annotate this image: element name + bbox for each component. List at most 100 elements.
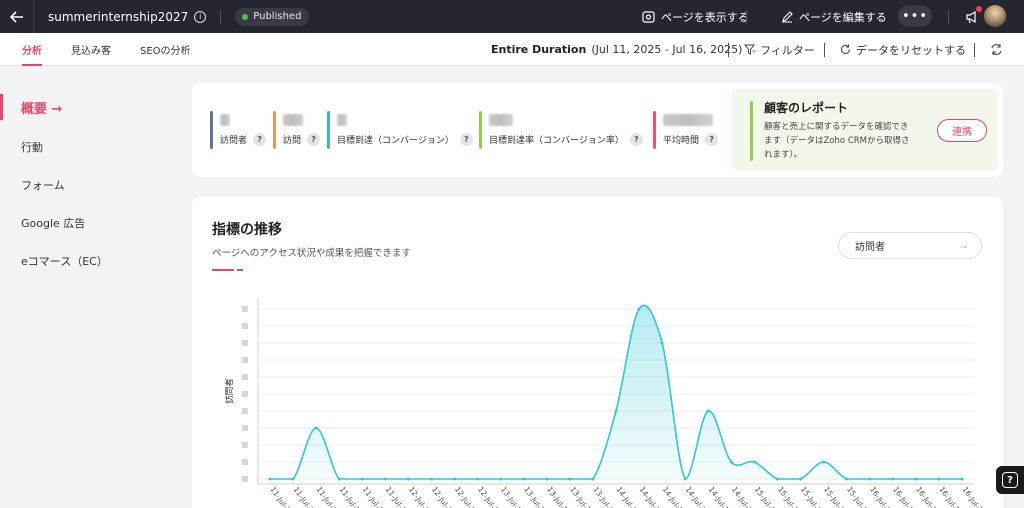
more-button[interactable]: •••	[898, 5, 932, 27]
sidebar-item-behavior[interactable]: 行動	[0, 134, 180, 160]
chart-point[interactable]	[337, 477, 341, 481]
view-page-button[interactable]: ページを表示する	[642, 9, 749, 25]
chart-point[interactable]	[429, 477, 433, 481]
chart-point[interactable]	[568, 477, 572, 481]
metric-value-redacted	[337, 114, 347, 126]
chart-point[interactable]	[799, 477, 803, 481]
chart-point[interactable]	[591, 477, 595, 481]
filter-button[interactable]: フィルター	[744, 33, 815, 66]
metric-label: 訪問者	[220, 136, 248, 146]
y-tick-label-redacted	[242, 357, 248, 363]
y-tick-label-redacted	[242, 442, 248, 448]
notification-button[interactable]	[965, 6, 982, 28]
connect-button[interactable]: 連携	[937, 119, 987, 142]
y-tick-label-redacted	[242, 340, 248, 346]
chart-point[interactable]	[683, 477, 687, 481]
x-tick-label: 15-Jul-25	[753, 485, 780, 508]
chart-point[interactable]	[383, 477, 387, 481]
x-tick-label: 15-Jul-25	[822, 485, 849, 508]
metric-visitors: 訪問者?	[210, 111, 267, 149]
chart-point[interactable]	[891, 477, 895, 481]
chart-point[interactable]	[499, 477, 503, 481]
top-bar: summerinternship2027 i Published ページを表示す…	[0, 0, 1024, 33]
chart-point[interactable]	[522, 477, 526, 481]
x-tick-label: 15-Jul-25	[845, 485, 872, 508]
filter-label: フィルター	[760, 43, 815, 57]
sidebar-item-google-ads[interactable]: Google 広告	[0, 210, 180, 236]
reset-data-button[interactable]: データをリセットする	[840, 33, 966, 66]
divider	[220, 9, 222, 24]
chart-point[interactable]	[775, 477, 779, 481]
chart-point[interactable]	[845, 477, 849, 481]
metric-label: 平均時間	[663, 136, 700, 146]
help-button[interactable]: ?	[996, 466, 1024, 494]
stats-card: 訪問者? 訪問? 目標到達（コンバージョン）? 目標到達率（コンバージョン率）?…	[192, 83, 1003, 177]
status-badge: Published	[235, 7, 310, 26]
chart-point[interactable]	[476, 477, 480, 481]
status-text: Published	[253, 11, 302, 22]
sidebar-item-ecommerce[interactable]: eコマース（EC）	[0, 248, 180, 274]
chart-point[interactable]	[314, 426, 318, 430]
sidebar-item-overview[interactable]: 概要 →	[0, 94, 180, 120]
chart-point[interactable]	[453, 477, 457, 481]
x-tick-label: 13-Jul-25	[545, 485, 572, 508]
trend-chart: 11-Jul-2511-Jul-2511-Jul-2511-Jul-2511-J…	[224, 299, 987, 508]
x-tick-label: 14-Jul-25	[730, 485, 757, 508]
tab-analytics[interactable]: 分析	[22, 33, 42, 66]
help-icon[interactable]: ?	[253, 133, 267, 146]
x-tick-label: 14-Jul-25	[660, 485, 687, 508]
chart-point[interactable]	[914, 477, 918, 481]
x-tick-label: 11-Jul-25	[291, 485, 318, 508]
chart-point[interactable]	[706, 409, 710, 413]
duration-selector[interactable]: Entire Duration (Jul 11, 2025 - Jul 16, …	[491, 33, 758, 66]
x-tick-label: 14-Jul-25	[614, 485, 641, 508]
sidebar-item-forms[interactable]: フォーム	[0, 172, 180, 198]
divider	[746, 10, 747, 24]
report-color-bar	[750, 101, 753, 161]
chart-point[interactable]	[822, 460, 826, 464]
chart-point[interactable]	[360, 477, 364, 481]
chart-point[interactable]	[545, 477, 549, 481]
x-tick-label: 13-Jul-25	[522, 485, 549, 508]
metric-color-bar	[273, 111, 276, 149]
view-page-label: ページを表示する	[661, 11, 749, 24]
chart-point[interactable]	[268, 477, 272, 481]
x-tick-label: 12-Jul-25	[476, 485, 503, 508]
chart-point[interactable]	[868, 477, 872, 481]
avatar[interactable]	[984, 5, 1006, 27]
divider	[728, 43, 729, 57]
y-tick-label-redacted	[242, 323, 248, 329]
x-tick-label: 11-Jul-25	[268, 485, 295, 508]
chart-point[interactable]	[406, 477, 410, 481]
duration-label: Entire Duration	[491, 43, 587, 56]
chart-point[interactable]	[637, 307, 641, 311]
help-icon[interactable]: ?	[705, 133, 719, 146]
info-icon[interactable]: i	[194, 10, 207, 23]
x-tick-label: 11-Jul-25	[314, 485, 341, 508]
tab-seo[interactable]: SEOの分析	[140, 33, 191, 66]
chart-point[interactable]	[937, 477, 941, 481]
chart-point[interactable]	[752, 460, 756, 464]
metric-color-bar	[327, 111, 330, 149]
chart-point[interactable]	[729, 460, 733, 464]
site-name: summerinternship2027	[48, 9, 189, 24]
x-tick-label: 11-Jul-25	[384, 485, 411, 508]
divider	[948, 10, 949, 24]
back-button[interactable]	[0, 0, 34, 33]
y-tick-label-redacted	[242, 374, 248, 380]
refresh-button[interactable]	[990, 33, 1008, 66]
x-tick-label: 15-Jul-25	[776, 485, 803, 508]
metric-color-bar	[653, 111, 656, 149]
metric-label: 目標到達（コンバージョン）	[337, 136, 454, 146]
chart-point[interactable]	[960, 477, 964, 481]
help-icon[interactable]: ?	[307, 133, 321, 146]
x-tick-label: 14-Jul-25	[637, 485, 664, 508]
tab-leads[interactable]: 見込み客	[71, 33, 111, 66]
chart-point[interactable]	[614, 409, 618, 413]
edit-page-button[interactable]: ページを編集する	[781, 9, 887, 25]
metric-value-redacted	[489, 114, 513, 126]
chart-point[interactable]	[660, 341, 664, 345]
help-icon[interactable]: ?	[459, 133, 473, 146]
help-icon[interactable]: ?	[629, 133, 643, 146]
chart-point[interactable]	[291, 477, 295, 481]
